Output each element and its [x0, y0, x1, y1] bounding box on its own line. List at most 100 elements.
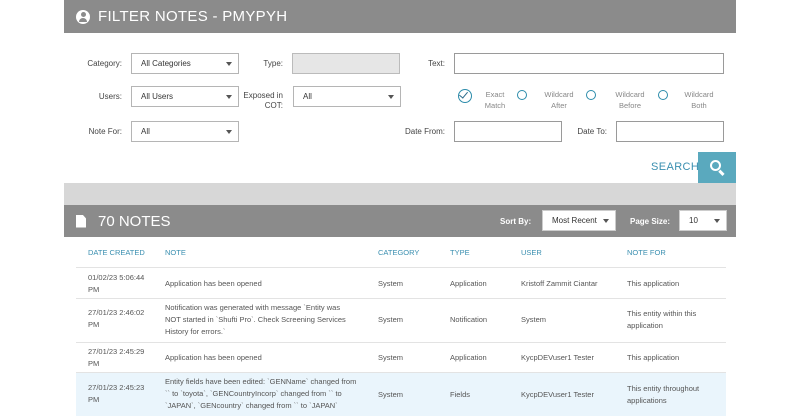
chevron-down-icon — [603, 219, 609, 223]
users-select[interactable]: All Users — [131, 86, 239, 107]
filter-notes-header: FILTER NOTES - PMYPYH — [64, 0, 736, 33]
page-size-select[interactable]: 10 — [679, 210, 727, 231]
user-circle-icon — [76, 9, 90, 24]
cell-note-for: This entity throughout applications — [627, 383, 699, 407]
cell-user: System — [521, 315, 547, 324]
cell-date-line2: PM — [88, 320, 100, 329]
cell-type: Fields — [450, 390, 471, 399]
wildcard-after-line2: After — [551, 101, 567, 110]
date-to-input[interactable] — [616, 121, 724, 142]
cell-note-line3: History for errors.` — [165, 327, 226, 336]
notes-header: 70 NOTES Sort By: Most Recent Page Size:… — [64, 205, 736, 237]
column-header-note[interactable]: NOTE — [165, 248, 186, 257]
category-select[interactable]: All Categories — [131, 53, 239, 74]
cell-user: Kristoff Zammit Ciantar — [521, 279, 598, 288]
exposed-select-value: All — [303, 92, 312, 101]
wildcard-both-radio[interactable] — [658, 90, 668, 100]
wildcard-both-line1: Wildcard — [684, 90, 714, 99]
cell-category: System — [378, 390, 404, 399]
cell-note-for: This entity within this application — [627, 308, 696, 332]
cell-note-for-line1: This entity throughout — [627, 384, 700, 393]
table-row[interactable]: 27/01/23 2:46:02 PM Notification was gene… — [76, 298, 726, 342]
exact-match-line1: Exact — [485, 90, 505, 99]
cell-date-line2: PM — [88, 359, 100, 368]
text-input[interactable] — [454, 53, 724, 74]
cell-note-line2: `` to `toyota`, `GENCountryIncorp` chang… — [165, 389, 342, 398]
exposed-in-cot-select[interactable]: All — [293, 86, 401, 107]
cell-note-line1: Entity fields have been edited: `GENName… — [165, 377, 357, 386]
chevron-down-icon — [388, 95, 394, 99]
chevron-down-icon — [714, 219, 720, 223]
cell-note: Notification was generated with message … — [165, 302, 370, 338]
cell-category: System — [378, 279, 404, 288]
exposed-in-cot-label: Exposed in COT: — [240, 91, 283, 111]
section-divider — [64, 183, 736, 205]
column-header-date-created[interactable]: DATE CREATED — [88, 248, 145, 257]
column-header-user[interactable]: USER — [521, 248, 542, 257]
page-margin-right — [736, 0, 800, 418]
wildcard-both-label: Wildcard Both — [676, 89, 722, 111]
cell-type: Application — [450, 279, 487, 288]
search-button[interactable] — [698, 152, 736, 183]
cell-date-line1: 27/01/23 2:45:29 — [88, 347, 145, 356]
cell-type: Application — [450, 353, 487, 362]
table-row[interactable]: 27/01/23 2:45:29 PM Application has been … — [76, 342, 726, 372]
wildcard-both-line2: Both — [691, 101, 707, 110]
cell-date: 27/01/23 2:45:29 PM — [88, 346, 144, 370]
search-link[interactable]: SEARCH — [651, 161, 699, 173]
exact-match-line2: Match — [484, 101, 506, 110]
cell-date-line1: 01/02/23 5:06:44 — [88, 273, 145, 282]
column-header-note-for[interactable]: NOTE FOR — [627, 248, 666, 257]
cell-user: KycpDEVuser1 Tester — [521, 390, 594, 399]
cell-note-for-line2: application — [627, 321, 663, 330]
cell-note: Application has been opened — [165, 279, 262, 288]
filter-form: Category: All Categories Type: Text: Use… — [64, 33, 736, 183]
cell-type: Notification — [450, 315, 488, 324]
type-label: Type: — [263, 59, 283, 68]
filter-notes-title: FILTER NOTES - PMYPYH — [98, 8, 288, 25]
category-label: Category: — [87, 59, 122, 68]
exact-match-label: Exact Match — [476, 89, 514, 111]
notes-table: DATE CREATED NOTE CATEGORY TYPE USER NOT… — [64, 237, 736, 418]
cell-note: Entity fields have been edited: `GENName… — [165, 376, 375, 412]
wildcard-after-radio[interactable] — [517, 90, 527, 100]
cell-date-line1: 27/01/23 2:45:23 — [88, 383, 145, 392]
cell-date-line1: 27/01/23 2:46:02 — [88, 308, 145, 317]
category-select-value: All Categories — [141, 59, 191, 68]
wildcard-before-radio[interactable] — [586, 90, 596, 100]
cell-user: KycpDEVuser1 Tester — [521, 353, 594, 362]
table-row[interactable]: 27/01/23 2:45:23 PM Entity fields have be… — [76, 372, 726, 416]
page-size-value: 10 — [689, 216, 698, 225]
cell-note-for: This application — [627, 279, 680, 288]
page-size-label: Page Size: — [630, 217, 671, 226]
column-header-category[interactable]: CATEGORY — [378, 248, 419, 257]
cell-note-for-line2: applications — [627, 396, 667, 405]
sort-by-select[interactable]: Most Recent — [542, 210, 616, 231]
cell-note: Application has been opened — [165, 353, 262, 362]
type-field — [292, 53, 400, 74]
date-from-input[interactable] — [454, 121, 562, 142]
wildcard-before-label: Wildcard Before — [607, 89, 653, 111]
notes-count-title: 70 NOTES — [98, 212, 171, 230]
note-for-select-value: All — [141, 127, 150, 136]
cell-date: 27/01/23 2:45:23 PM — [88, 382, 144, 406]
cell-note-line2: NOT started in `Shufti Pro`. Check Scree… — [165, 315, 346, 324]
table-row[interactable]: 01/02/23 5:06:44 PM Application has been … — [76, 267, 726, 298]
cell-category: System — [378, 315, 404, 324]
exposed-label-line1: Exposed in — [243, 91, 283, 100]
exact-match-radio[interactable] — [458, 89, 472, 103]
cell-date: 01/02/23 5:06:44 PM — [88, 272, 144, 296]
note-for-select[interactable]: All — [131, 121, 239, 142]
column-header-type[interactable]: TYPE — [450, 248, 470, 257]
cell-note-line3: `JAPAN`, `GENcountry` changed from `` to… — [165, 401, 338, 410]
chevron-down-icon — [226, 130, 232, 134]
date-to-label: Date To: — [577, 127, 607, 136]
cell-date: 27/01/23 2:46:02 PM — [88, 307, 144, 331]
exposed-label-line2: COT: — [264, 101, 283, 110]
cell-date-line2: PM — [88, 285, 100, 294]
cell-note-for-line1: This entity within this — [627, 309, 697, 318]
cell-note-line1: Notification was generated with message … — [165, 303, 341, 312]
wildcard-after-label: Wildcard After — [536, 89, 582, 111]
wildcard-before-line1: Wildcard — [615, 90, 645, 99]
users-select-value: All Users — [141, 92, 174, 101]
